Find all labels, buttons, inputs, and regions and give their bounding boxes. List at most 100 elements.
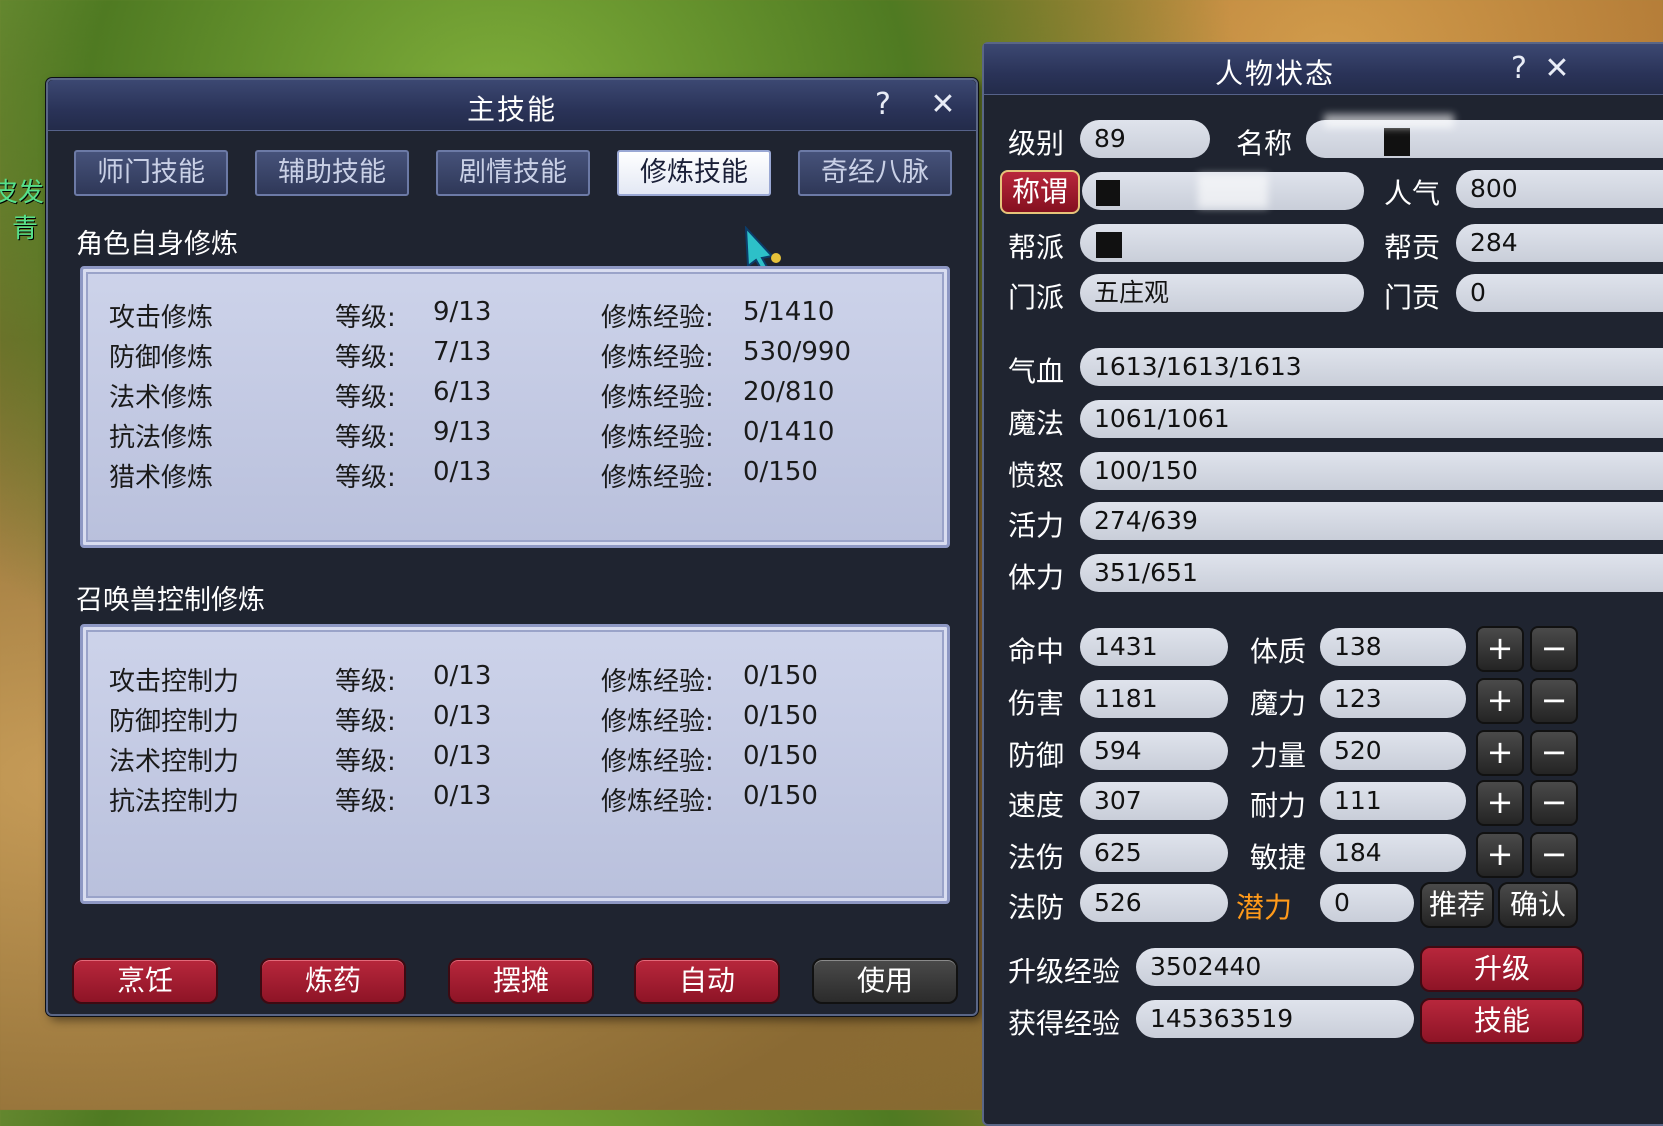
row-exp-label: 修炼经验:	[601, 747, 714, 777]
stall-button[interactable]: 摆摊	[448, 958, 594, 1004]
stat-label: 法伤	[1008, 841, 1065, 874]
row-exp-label: 修炼经验:	[601, 423, 714, 453]
plus-icon[interactable]: +	[1476, 678, 1524, 724]
attr-label: 力量	[1250, 739, 1307, 772]
stat-field: 1181	[1080, 680, 1228, 718]
row-exp-value: 530/990	[743, 337, 852, 367]
row-level-label: 等级:	[335, 787, 396, 817]
rage-label: 愤怒	[1008, 459, 1065, 492]
pet-cultivation-title: 召唤兽控制修炼	[76, 585, 265, 616]
popularity-label: 人气	[1384, 177, 1441, 210]
attr-field: 138	[1320, 628, 1466, 666]
redacted-block	[1096, 232, 1122, 258]
potential-label: 潜力	[1236, 891, 1293, 924]
row-name: 攻击控制力	[109, 667, 240, 697]
use-button[interactable]: 使用	[812, 958, 958, 1004]
minus-icon[interactable]: −	[1530, 730, 1578, 776]
character-status-window: 人物状态 ? ✕ 级别 89 名称 称谓 人气 800 帮派 帮贡 284 门派…	[982, 42, 1663, 1126]
row-name: 防御修炼	[109, 343, 214, 373]
tab-meridians[interactable]: 奇经八脉	[798, 150, 952, 196]
sect-contrib-label: 门贡	[1384, 281, 1441, 314]
confirm-button[interactable]: 确认	[1498, 882, 1578, 928]
row-level-value: 9/13	[433, 297, 492, 327]
vitality-label: 活力	[1008, 509, 1065, 542]
plus-icon[interactable]: +	[1476, 626, 1524, 672]
row-exp-value: 20/810	[743, 377, 835, 407]
row-level-label: 等级:	[335, 303, 396, 333]
skill-window-titlebar[interactable]: 主技能 ? ✕	[48, 80, 976, 131]
guild-contrib-field: 284	[1456, 224, 1663, 262]
auto-button[interactable]: 自动	[634, 958, 780, 1004]
plus-icon[interactable]: +	[1476, 832, 1524, 878]
row-exp-label: 修炼经验:	[601, 463, 714, 493]
minus-icon[interactable]: −	[1530, 832, 1578, 878]
row-level-label: 等级:	[335, 343, 396, 373]
skill-window-title: 主技能	[466, 93, 557, 126]
stat-label: 速度	[1008, 789, 1065, 822]
row-exp-value: 0/150	[743, 661, 818, 691]
stat-label: 伤害	[1008, 687, 1065, 720]
row-name: 抗法控制力	[109, 787, 240, 817]
hp-label: 气血	[1008, 355, 1065, 388]
self-cultivation-title: 角色自身修炼	[76, 229, 238, 260]
skills-button[interactable]: 技能	[1420, 998, 1584, 1044]
row-name: 防御控制力	[109, 707, 240, 737]
stat-label: 防御	[1008, 739, 1065, 772]
minus-icon[interactable]: −	[1530, 626, 1578, 672]
upgrade-exp-field: 3502440	[1136, 948, 1414, 986]
level-up-button[interactable]: 升级	[1420, 946, 1584, 992]
status-window-titlebar[interactable]: 人物状态 ? ✕	[984, 44, 1663, 95]
plus-icon[interactable]: +	[1476, 780, 1524, 826]
close-icon[interactable]: ✕	[1540, 52, 1574, 86]
minus-icon[interactable]: −	[1530, 678, 1578, 724]
row-level-label: 等级:	[335, 747, 396, 777]
redacted-block	[1096, 180, 1120, 206]
row-exp-label: 修炼经验:	[601, 343, 714, 373]
row-level-label: 等级:	[335, 383, 396, 413]
title-button[interactable]: 称谓	[1000, 170, 1080, 214]
close-icon[interactable]: ✕	[926, 88, 960, 122]
attr-label: 魔力	[1250, 687, 1307, 720]
scenery-text-1: 皮发	[0, 178, 45, 208]
tab-cultivation-skills[interactable]: 修炼技能	[617, 150, 771, 196]
gained-exp-label: 获得经验	[1008, 1007, 1121, 1040]
row-level-value: 9/13	[433, 417, 492, 447]
attr-label: 耐力	[1250, 789, 1307, 822]
help-icon[interactable]: ?	[1502, 52, 1536, 86]
row-exp-label: 修炼经验:	[601, 383, 714, 413]
row-level-label: 等级:	[335, 707, 396, 737]
attr-label: 体质	[1250, 635, 1307, 668]
mp-field: 1061/1061	[1080, 400, 1663, 438]
pet-cultivation-panel: 攻击控制力 等级: 0/13 修炼经验: 0/150 防御控制力 等级: 0/1…	[80, 624, 950, 904]
upgrade-exp-label: 升级经验	[1008, 955, 1121, 988]
tab-story-skills[interactable]: 剧情技能	[436, 150, 590, 196]
stat-field: 1431	[1080, 628, 1228, 666]
cooking-button[interactable]: 烹饪	[72, 958, 218, 1004]
row-level-value: 0/13	[433, 457, 492, 487]
main-skill-window: 主技能 ? ✕ 师门技能 辅助技能 剧情技能 修炼技能 奇经八脉 角色自身修炼 …	[46, 78, 978, 1016]
sect-field: 五庄观	[1080, 274, 1364, 312]
alchemy-button[interactable]: 炼药	[260, 958, 406, 1004]
stat-field: 594	[1080, 732, 1228, 770]
row-exp-value: 0/150	[743, 781, 818, 811]
row-exp-label: 修炼经验:	[601, 303, 714, 333]
row-level-label: 等级:	[335, 667, 396, 697]
tab-sect-skills[interactable]: 师门技能	[74, 150, 228, 196]
tab-assist-skills[interactable]: 辅助技能	[255, 150, 409, 196]
plus-icon[interactable]: +	[1476, 730, 1524, 776]
status-window-title: 人物状态	[1214, 57, 1335, 90]
magic-defense-label: 法防	[1008, 891, 1065, 924]
help-icon[interactable]: ?	[866, 88, 900, 122]
guild-label: 帮派	[1008, 231, 1065, 264]
recommend-button[interactable]: 推荐	[1420, 882, 1494, 928]
self-cultivation-panel: 攻击修炼 等级: 9/13 修炼经验: 5/1410 防御修炼 等级: 7/13…	[80, 266, 950, 548]
attr-field: 184	[1320, 834, 1466, 872]
mp-label: 魔法	[1008, 407, 1065, 440]
row-level-value: 0/13	[433, 661, 492, 691]
minus-icon[interactable]: −	[1530, 780, 1578, 826]
redacted-block	[1324, 114, 1454, 128]
rage-field: 100/150	[1080, 452, 1663, 490]
attr-field: 520	[1320, 732, 1466, 770]
stat-label: 命中	[1008, 635, 1065, 668]
attr-field: 123	[1320, 680, 1466, 718]
